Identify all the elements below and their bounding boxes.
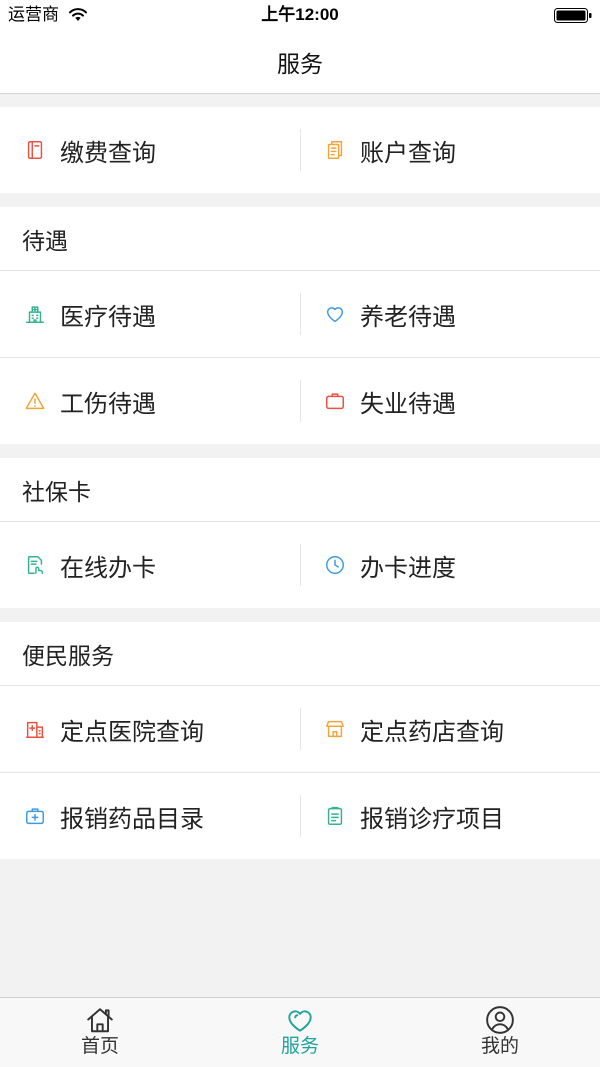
store-icon	[326, 720, 344, 738]
tab-label: 首页	[80, 1036, 119, 1057]
menu-row: 报销药品目录 报销诊疗项目	[0, 772, 600, 859]
section-header: 便民服务	[0, 622, 600, 685]
navigation-bar: 服务	[0, 30, 600, 94]
page-title: 服务	[277, 50, 323, 77]
menu-row: 在线办卡 办卡进度	[0, 521, 600, 608]
section-social-security-card: 社保卡 在线办卡 办卡进度	[0, 458, 600, 608]
section-title: 便民服务	[22, 642, 114, 669]
section-title: 待遇	[22, 227, 68, 254]
menu-item-reimbursable-treatment-items[interactable]: 报销诊疗项目	[300, 773, 600, 859]
warning-icon	[25, 392, 45, 410]
menu-item-label: 失业待遇	[360, 390, 456, 418]
menu-item-account-query[interactable]: 账户查询	[300, 107, 600, 193]
menu-row: 工伤待遇 失业待遇	[0, 357, 600, 444]
tab-services[interactable]: 服务	[200, 998, 400, 1067]
battery-icon	[554, 8, 592, 23]
menu-item-online-card-application[interactable]: 在线办卡	[0, 522, 300, 608]
menu-item-medical-benefits[interactable]: 医疗待遇	[0, 271, 300, 357]
menu-item-label: 养老待遇	[360, 303, 456, 331]
section-title: 社保卡	[22, 478, 91, 505]
menu-item-injury-benefits[interactable]: 工伤待遇	[0, 358, 300, 444]
menu-item-label: 缴费查询	[60, 139, 156, 167]
home-icon	[87, 1008, 113, 1033]
tab-label: 我的	[480, 1036, 519, 1057]
user-circle-icon	[486, 1006, 514, 1034]
menu-item-label: 工伤待遇	[60, 390, 156, 418]
menu-item-designated-hospital-query[interactable]: 定点医院查询	[0, 686, 300, 772]
menu-item-label: 定点医院查询	[60, 718, 204, 746]
menu-item-pension-benefits[interactable]: 养老待遇	[300, 271, 600, 357]
quick-access-section: 缴费查询 账户查询	[0, 107, 600, 193]
heart-icon	[326, 307, 344, 323]
tab-label: 服务	[280, 1036, 319, 1057]
hospital-icon	[26, 721, 44, 738]
card-application-icon	[27, 556, 44, 574]
menu-item-designated-pharmacy-query[interactable]: 定点药店查询	[300, 686, 600, 772]
section-header: 待遇	[0, 207, 600, 270]
menu-item-label: 办卡进度	[360, 554, 456, 582]
menu-item-card-progress[interactable]: 办卡进度	[300, 522, 600, 608]
section-benefits: 待遇 医疗待遇 养老待遇 工伤待遇 失业待遇	[0, 207, 600, 444]
bill-book-icon	[27, 141, 43, 159]
medical-kit-icon	[26, 808, 44, 825]
tab-profile[interactable]: 我的	[400, 998, 600, 1067]
menu-item-label: 在线办卡	[60, 554, 156, 582]
menu-row: 缴费查询 账户查询	[0, 107, 600, 193]
hospital-building-icon	[26, 306, 44, 323]
status-time: 上午12:00	[261, 5, 339, 24]
tab-bar: 首页 服务 我的	[0, 997, 600, 1067]
section-header: 社保卡	[0, 458, 600, 521]
menu-item-reimbursable-drug-list[interactable]: 报销药品目录	[0, 773, 300, 859]
menu-row: 医疗待遇 养老待遇	[0, 270, 600, 357]
briefcase-icon	[326, 393, 344, 410]
clipboard-icon	[327, 806, 343, 825]
clock-icon	[326, 556, 344, 574]
menu-item-unemployment-benefits[interactable]: 失业待遇	[300, 358, 600, 444]
menu-item-label: 定点药店查询	[360, 718, 504, 746]
menu-item-label: 账户查询	[360, 139, 456, 167]
account-document-icon	[327, 141, 343, 159]
status-bar: 运营商 上午12:00	[0, 0, 600, 30]
tab-home[interactable]: 首页	[0, 998, 200, 1067]
menu-item-label: 报销诊疗项目	[360, 805, 504, 833]
menu-item-label: 报销药品目录	[60, 805, 204, 833]
section-convenience-services: 便民服务 定点医院查询 定点药店查询 报销药品目录 报销诊疗项目	[0, 622, 600, 859]
heart-outline-icon	[288, 1010, 312, 1032]
menu-item-payment-query[interactable]: 缴费查询	[0, 107, 300, 193]
menu-row: 定点医院查询 定点药店查询	[0, 685, 600, 772]
menu-item-label: 医疗待遇	[60, 303, 156, 331]
